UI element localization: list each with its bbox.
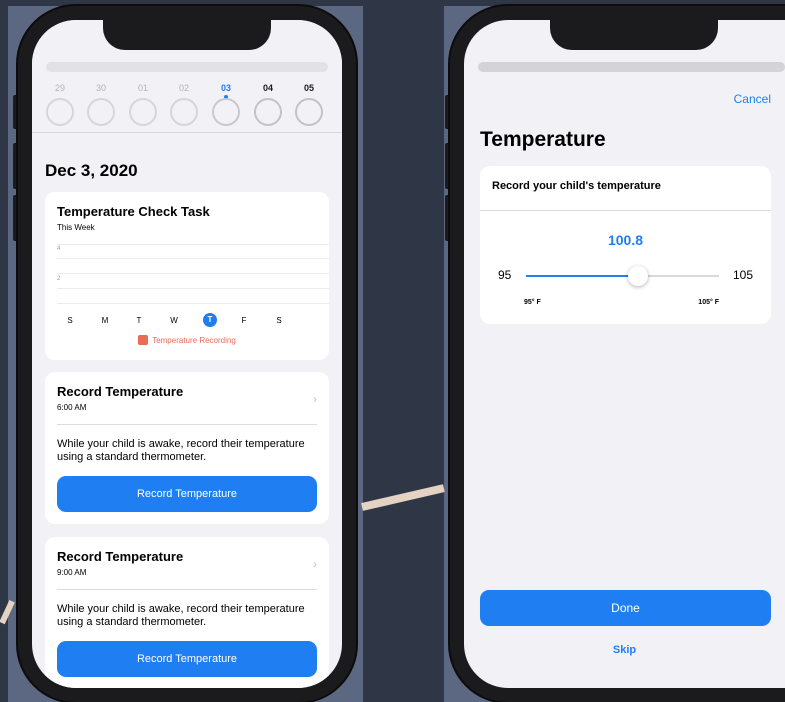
decorative-line	[361, 484, 445, 511]
task-title: Record Temperature	[57, 549, 184, 564]
chart-weekday-label: M	[101, 316, 109, 325]
chart-gridline	[57, 303, 329, 304]
task-time: 6:00 AM	[57, 403, 87, 412]
sheet-grabber	[46, 62, 328, 72]
task-title: Record Temperature	[57, 384, 184, 399]
slider-max-value: 105	[732, 268, 753, 282]
chart-card-subtitle: This Week	[57, 223, 95, 232]
divider	[57, 424, 317, 425]
left-screen: 29 30 01 02 03 04 05 Dec 3, 2020 Tempera…	[32, 20, 342, 688]
chart-card-title: Temperature Check Task	[57, 204, 210, 219]
task-card[interactable]: Record Temperature 9:00 AM › While your …	[45, 537, 329, 688]
chart-legend: Temperature Recording	[45, 335, 329, 345]
right-phone: Cancel Temperature Record your child's t…	[450, 6, 785, 702]
calendar-day-number: 29	[54, 83, 65, 93]
calendar-day-progress-ring	[254, 98, 282, 126]
calendar-day[interactable]: 05	[295, 82, 323, 126]
slider-min-label: 95° F	[524, 299, 541, 306]
chart-weekday-label: S	[276, 316, 282, 325]
skip-button[interactable]: Skip	[464, 644, 785, 656]
temperature-slider[interactable]	[526, 266, 719, 286]
calendar-day-number: 03	[220, 83, 231, 93]
record-temperature-button[interactable]: Record Temperature	[57, 476, 317, 512]
task-time: 9:00 AM	[57, 568, 87, 577]
phone-notch	[103, 20, 271, 50]
calendar-day[interactable]: 29	[46, 82, 74, 126]
record-temperature-button[interactable]: Record Temperature	[57, 641, 317, 677]
calendar-day-number: 02	[178, 83, 189, 93]
chart-weekday-label: W	[170, 316, 178, 325]
calendar-day[interactable]: 04	[254, 82, 282, 126]
calendar-day-progress-ring	[170, 98, 198, 126]
task-instructions: While your child is awake, record their …	[57, 603, 305, 628]
chart-weekday-label: F	[241, 316, 247, 325]
divider	[480, 210, 771, 211]
chevron-right-icon[interactable]: ›	[313, 557, 317, 571]
calendar-day-progress-ring	[87, 98, 115, 126]
chart-gridline	[57, 258, 329, 259]
calendar-day-number: 04	[262, 83, 273, 93]
chart-gridline	[57, 273, 329, 274]
task-card[interactable]: Record Temperature 6:00 AM › While your …	[45, 372, 329, 524]
slider-fill	[526, 275, 638, 277]
calendar-day-selected[interactable]: 03	[212, 82, 240, 126]
chart-y-label: 4	[57, 246, 61, 252]
chart-gridline	[57, 288, 329, 289]
date-heading: Dec 3, 2020	[45, 161, 138, 180]
left-phone: 29 30 01 02 03 04 05 Dec 3, 2020 Tempera…	[18, 6, 356, 702]
right-screen: Cancel Temperature Record your child's t…	[464, 20, 785, 688]
chart-gridline	[57, 244, 329, 245]
temperature-prompt: Record your child's temperature	[492, 180, 661, 192]
slider-max-label: 105° F	[698, 299, 719, 306]
phone-notch	[550, 20, 718, 50]
calendar-day[interactable]: 01	[129, 82, 157, 126]
legend-swatch	[138, 335, 149, 345]
calendar-day-number: 05	[303, 83, 314, 93]
slider-min-value: 95	[498, 268, 512, 282]
chart-y-label: 2	[57, 276, 61, 282]
chart-weekday-label-today: T	[203, 313, 217, 327]
calendar-day-number: 30	[95, 83, 106, 93]
chart-card: Temperature Check Task This Week 4 2 S M…	[45, 192, 329, 360]
calendar-day[interactable]: 30	[87, 82, 115, 126]
calendar-day-number: 01	[137, 83, 148, 93]
task-instructions: While your child is awake, record their …	[57, 438, 305, 463]
chart-weekday-label: S	[67, 316, 73, 325]
cancel-button[interactable]: Cancel	[734, 92, 771, 106]
chevron-right-icon[interactable]: ›	[313, 392, 317, 406]
legend-label: Temperature Recording	[152, 336, 236, 345]
temperature-input-card: Record your child's temperature 100.8 95…	[480, 166, 771, 324]
temperature-value: 100.8	[607, 232, 644, 248]
slider-thumb[interactable]	[627, 266, 648, 286]
done-button[interactable]: Done	[480, 590, 771, 626]
chart-weekday-label: T	[136, 316, 142, 325]
calendar-day[interactable]: 02	[170, 82, 198, 126]
calendar-day-progress-ring	[129, 98, 157, 126]
calendar-day-progress-ring	[212, 98, 240, 126]
calendar-day-progress-ring	[295, 98, 323, 126]
page-title: Temperature	[480, 128, 606, 151]
divider	[57, 589, 317, 590]
calendar-day-progress-ring	[46, 98, 74, 126]
sheet-grabber	[478, 62, 785, 72]
